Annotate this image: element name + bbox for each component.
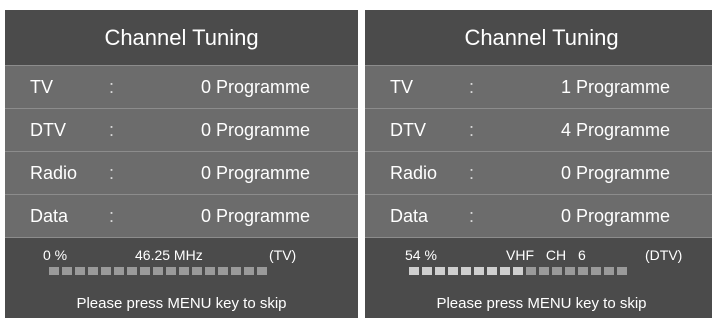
tuning-status: 54 % VHF CH 6 (DTV): [365, 238, 712, 282]
progress-segment: [88, 267, 98, 275]
tuning-status: 0 % 46.25 MHz (TV): [5, 238, 358, 282]
progress-segment: [617, 267, 627, 275]
progress-segment: [604, 267, 614, 275]
row-data: Data : 0 Programme: [5, 194, 358, 238]
row-value: 0 Programme: [200, 77, 310, 97]
progress-segment: [474, 267, 484, 275]
row-value: 0 Programme: [560, 163, 670, 183]
row-dtv: DTV : 0 Programme: [5, 108, 358, 151]
progress-segment: [565, 267, 575, 275]
progress-segment: [409, 267, 419, 275]
progress-segment: [578, 267, 588, 275]
row-data: Data : 0 Programme: [365, 194, 712, 238]
progress-bar: [409, 267, 627, 275]
frequency-readout: 46.25 MHz: [135, 247, 203, 263]
row-separator: :: [109, 206, 115, 226]
progress-segment: [49, 267, 59, 275]
frequency-readout: VHF CH 6: [506, 247, 586, 263]
programme-list: TV : 1 Programme DTV : 4 Programme Radio…: [365, 65, 712, 238]
signal-mode: (TV): [269, 247, 297, 263]
progress-segment: [244, 267, 254, 275]
progress-segment: [539, 267, 549, 275]
row-value: 1 Programme: [560, 77, 670, 97]
skip-hint: Please press MENU key to skip: [76, 295, 287, 312]
progress-segment: [114, 267, 124, 275]
row-tv: TV : 0 Programme: [5, 65, 358, 108]
row-label: DTV: [390, 120, 426, 140]
row-separator: :: [109, 120, 115, 140]
progress-segment: [448, 267, 458, 275]
progress-segment: [140, 267, 150, 275]
row-value: 4 Programme: [560, 120, 670, 140]
row-value: 0 Programme: [200, 163, 310, 183]
progress-segment: [526, 267, 536, 275]
progress-segment: [231, 267, 241, 275]
progress-segment: [192, 267, 202, 275]
progress-segment: [75, 267, 85, 275]
row-radio: Radio : 0 Programme: [5, 151, 358, 194]
row-label: Radio: [30, 163, 78, 183]
progress-segment: [62, 267, 72, 275]
row-separator: :: [469, 120, 475, 140]
channel-tuning-panel-left: Channel Tuning TV : 0 Programme DTV : 0 …: [5, 10, 358, 318]
row-value: 0 Programme: [200, 206, 310, 226]
row-label: TV: [390, 77, 414, 97]
row-label: Radio: [390, 163, 438, 183]
row-label: Data: [390, 206, 429, 226]
progress-segment: [513, 267, 523, 275]
progress-segment: [179, 267, 189, 275]
progress-segment: [435, 267, 445, 275]
channel-tuning-panel-right: Channel Tuning TV : 1 Programme DTV : 4 …: [365, 10, 712, 318]
row-value: 0 Programme: [200, 120, 310, 140]
progress-bar: [49, 267, 267, 275]
row-label: Data: [30, 206, 69, 226]
progress-segment: [461, 267, 471, 275]
signal-mode: (DTV): [645, 247, 683, 263]
progress-segment: [205, 267, 215, 275]
progress-segment: [500, 267, 510, 275]
progress-segment: [257, 267, 267, 275]
progress-segment: [127, 267, 137, 275]
progress-segment: [591, 267, 601, 275]
progress-segment: [166, 267, 176, 275]
row-separator: :: [109, 77, 115, 97]
progress-segment: [422, 267, 432, 275]
progress-segment: [487, 267, 497, 275]
progress-segment: [153, 267, 163, 275]
progress-segment: [552, 267, 562, 275]
programme-list: TV : 0 Programme DTV : 0 Programme Radio…: [5, 65, 358, 238]
progress-percent: 54 %: [405, 247, 437, 263]
row-dtv: DTV : 4 Programme: [365, 108, 712, 151]
row-separator: :: [109, 163, 115, 183]
panel-title: Channel Tuning: [365, 10, 712, 65]
progress-segment: [101, 267, 111, 275]
row-separator: :: [469, 77, 475, 97]
row-label: TV: [30, 77, 54, 97]
row-tv: TV : 1 Programme: [365, 65, 712, 108]
row-label: DTV: [30, 120, 66, 140]
row-separator: :: [469, 163, 475, 183]
row-separator: :: [469, 206, 475, 226]
progress-segment: [218, 267, 228, 275]
row-radio: Radio : 0 Programme: [365, 151, 712, 194]
skip-hint: Please press MENU key to skip: [436, 295, 647, 312]
row-value: 0 Programme: [560, 206, 670, 226]
panel-title: Channel Tuning: [5, 10, 358, 65]
progress-percent: 0 %: [43, 247, 68, 263]
